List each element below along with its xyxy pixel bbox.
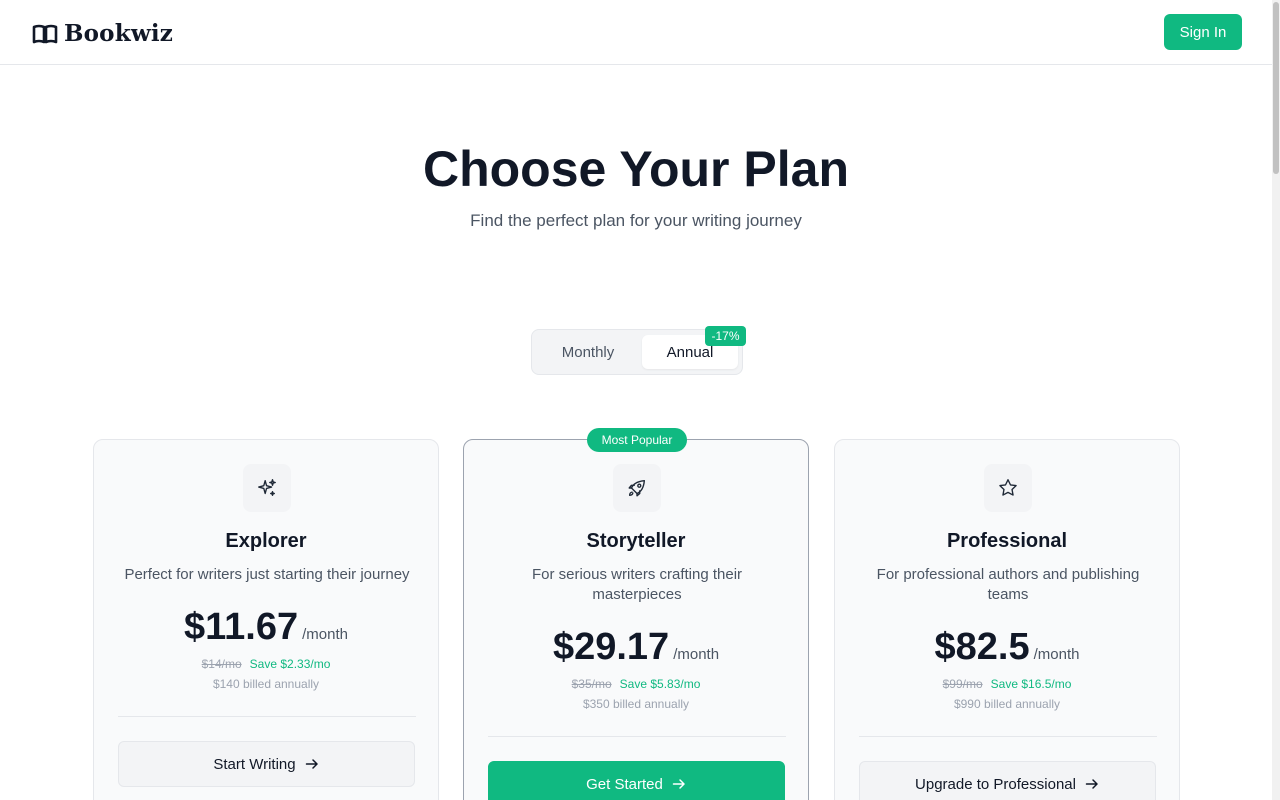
billed-annually-text: $990 billed annually <box>953 697 1061 711</box>
plan-card-professional: Professional For professional authors an… <box>834 439 1180 800</box>
brand-logo[interactable]: Bookwiz <box>32 20 173 47</box>
sign-in-button[interactable]: Sign In <box>1164 14 1242 50</box>
toggle-monthly[interactable]: Monthly <box>538 335 638 369</box>
plan-icon-box <box>984 464 1032 512</box>
plan-price: $29.17 <box>552 626 670 668</box>
price-row: $11.67 /month <box>94 606 438 649</box>
plan-price: $11.67 <box>184 606 299 648</box>
discount-badge: -17% <box>705 326 746 346</box>
top-header: Bookwiz Sign In <box>0 0 1272 65</box>
billed-annually-text: $140 billed annually <box>212 677 320 691</box>
savings-row: $14/mo Save $2.33/mo <box>94 657 438 671</box>
rocket-icon <box>628 479 646 497</box>
plan-description: Perfect for writers just starting their … <box>124 566 410 583</box>
price-period: /month <box>302 626 348 643</box>
plan-icon-box <box>613 464 661 512</box>
original-price: $14/mo <box>201 657 242 671</box>
plan-name: Storyteller <box>586 530 686 552</box>
savings-text: Save $2.33/mo <box>249 657 331 671</box>
plan-card-storyteller: Storyteller For serious writers crafting… <box>463 439 809 800</box>
price-period: /month <box>1033 646 1080 663</box>
page-title: Choose Your Plan <box>422 141 849 197</box>
page-subtitle: Find the perfect plan for your writing j… <box>470 211 802 230</box>
arrow-right-icon <box>305 759 318 769</box>
original-price: $99/mo <box>942 677 983 691</box>
get-started-button[interactable]: Get Started <box>488 761 785 800</box>
sparkles-icon <box>258 479 276 497</box>
divider <box>859 736 1157 737</box>
plan-name: Explorer <box>225 530 307 552</box>
page-scrollbar[interactable] <box>1272 0 1280 800</box>
star-icon <box>999 479 1017 496</box>
price-period: /month <box>673 646 720 663</box>
upgrade-to-professional-button[interactable]: Upgrade to Professional <box>859 761 1156 800</box>
start-writing-button[interactable]: Start Writing <box>118 741 415 787</box>
savings-row: $35/mo Save $5.83/mo <box>464 677 808 691</box>
price-row: $29.17 /month <box>464 626 808 669</box>
book-icon <box>32 24 58 43</box>
cta-label: Get Started <box>586 775 663 793</box>
savings-row: $99/mo Save $16.5/mo <box>835 677 1179 691</box>
savings-text: Save $5.83/mo <box>619 677 701 691</box>
plan-name: Professional <box>946 530 1068 552</box>
savings-text: Save $16.5/mo <box>990 677 1072 691</box>
most-popular-badge: Most Popular <box>587 428 687 452</box>
arrow-right-icon <box>672 779 685 789</box>
plan-description: For serious writers crafting their maste… <box>531 566 743 603</box>
plan-icon-box <box>243 464 291 512</box>
cta-label: Upgrade to Professional <box>915 775 1076 793</box>
divider <box>488 736 786 737</box>
brand-name: Bookwiz <box>64 20 174 47</box>
billed-annually-text: $350 billed annually <box>582 697 690 711</box>
scrollbar-thumb[interactable] <box>1273 2 1279 174</box>
original-price: $35/mo <box>571 677 612 691</box>
plan-description: For professional authors and publishing … <box>876 566 1140 603</box>
price-row: $82.5 /month <box>835 626 1179 669</box>
cta-label: Start Writing <box>213 755 296 773</box>
arrow-right-icon <box>1085 779 1098 789</box>
plan-card-explorer: Explorer Perfect for writers just starti… <box>93 439 439 800</box>
plan-price: $82.5 <box>934 626 1030 668</box>
divider <box>118 716 416 717</box>
